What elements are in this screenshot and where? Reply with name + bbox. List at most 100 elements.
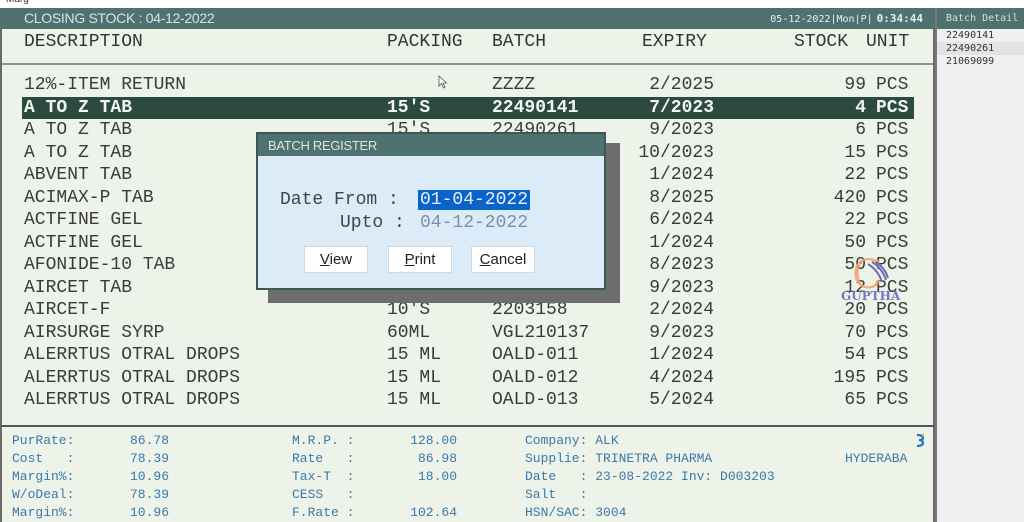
cancel-button[interactable]: Cancel — [471, 246, 535, 273]
table-row[interactable]: A TO Z TAB 15'S 22490141 7/2023 4 PCS — [22, 96, 914, 119]
item-description: AFONIDE-10 TAB — [24, 255, 176, 275]
item-description: ACTFINE GEL — [24, 232, 143, 253]
item-expiry: 1/2024 — [649, 165, 714, 185]
table-header: DESCRIPTION PACKING BATCH EXPIRY STOCK U… — [2, 29, 933, 65]
info-label: Margin%: — [12, 505, 75, 520]
batch-detail-item[interactable]: 22490261 — [937, 42, 1024, 55]
status-date: 05-12-2022|Mon|P| — [770, 14, 873, 25]
info-value: 128.00 — [410, 433, 457, 448]
item-stock: 15 — [844, 142, 866, 163]
table-row[interactable]: ALERRTUS OTRAL DROPS 15 ML OALD-011 1/2024 5… — [22, 344, 914, 367]
info-label: Margin%: — [12, 469, 75, 484]
item-expiry: 9/2023 — [649, 322, 714, 343]
column-header-batch[interactable]: BATCH — [492, 32, 546, 52]
item-packing: 10'S — [387, 300, 431, 320]
cancel-button-accel: C — [479, 251, 491, 268]
column-header-description[interactable]: DESCRIPTION — [24, 32, 143, 52]
date-from-label: Date From : — [280, 190, 399, 210]
table-row[interactable]: ALERRTUS OTRAL DROPS 15 ML OALD-013 5/2024 6… — [22, 389, 914, 412]
window-title: CLOSING STOCK : 04-12-2022 — [24, 10, 215, 26]
item-unit: PCS — [876, 165, 909, 185]
item-unit: PCS — [876, 75, 909, 95]
status-datetime: 05-12-2022|Mon|P| 0:34:44 — [770, 12, 923, 25]
table-row[interactable]: AIRSURGE SYRP 60ML VGL210137 9/2023 70 PCS — [22, 322, 914, 345]
column-header-stock[interactable]: STOCK — [794, 32, 848, 52]
upto-input[interactable]: 04-12-2022 — [420, 213, 528, 233]
item-stock: 22 — [844, 210, 866, 230]
info-label: Cost : — [12, 451, 75, 466]
table-row[interactable]: 12%-ITEM RETURN ZZZZ 2/2025 99 PCS — [22, 74, 914, 97]
batch-detail-item[interactable]: 22490141 — [937, 29, 1024, 42]
watermark-text: GUPTHA — [841, 289, 901, 303]
supplier-city: HYDERABA — [845, 451, 908, 466]
item-unit: PCS — [876, 97, 909, 118]
item-expiry: 7/2023 — [649, 97, 714, 118]
column-header-packing[interactable]: PACKING — [387, 32, 463, 52]
item-description: ALERRTUS OTRAL DROPS — [24, 367, 241, 388]
batch-detail-item[interactable]: 21069099 — [937, 55, 1024, 68]
print-button-label: rint — [414, 251, 436, 268]
item-unit: PCS — [876, 390, 909, 410]
item-stock: 420 — [833, 187, 866, 208]
item-expiry: 5/2024 — [649, 390, 714, 410]
item-unit: PCS — [876, 322, 909, 343]
info-label: M.R.P. : — [292, 433, 355, 448]
item-packing: 60ML — [387, 322, 431, 343]
item-batch: 2203158 — [492, 300, 568, 320]
item-expiry: 6/2024 — [649, 210, 714, 230]
item-stock: 6 — [855, 120, 866, 140]
mouse-cursor-icon — [438, 75, 448, 89]
upto-label: Upto : — [340, 213, 405, 233]
item-expiry: 8/2023 — [649, 255, 714, 275]
info-detail-line: Supplie: TRINETRA PHARMA — [525, 451, 713, 466]
item-description: AIRSURGE SYRP — [24, 322, 165, 343]
item-batch: VGL210137 — [492, 322, 590, 343]
item-unit: PCS — [876, 345, 909, 365]
item-expiry: 8/2025 — [649, 187, 714, 208]
item-stock: 99 — [844, 75, 866, 95]
date-from-input[interactable]: 01-04-2022 — [418, 190, 531, 210]
item-batch: ZZZZ — [492, 75, 536, 95]
batch-detail-list: 22490141 22490261 21069099 — [937, 29, 1024, 68]
table-row[interactable]: ALERRTUS OTRAL DROPS 15 ML OALD-012 4/2024 1… — [22, 367, 914, 390]
item-unit: PCS — [876, 367, 909, 388]
item-description: ACIMAX-P TAB — [24, 187, 154, 208]
dialog-title: BATCH REGISTER — [258, 134, 604, 156]
info-value: 78.39 — [130, 487, 170, 502]
batch-register-dialog: BATCH REGISTER Date From : 01-04-2022 Up… — [256, 132, 606, 290]
item-batch: OALD-011 — [492, 345, 579, 365]
view-button[interactable]: View — [304, 246, 368, 273]
item-stock: 22 — [844, 165, 866, 185]
info-detail-line: Company: ALK — [525, 433, 619, 448]
item-expiry: 2/2025 — [649, 75, 714, 95]
column-header-expiry[interactable]: EXPIRY — [642, 32, 707, 52]
item-description: ALERRTUS OTRAL DROPS — [24, 345, 241, 365]
item-stock: 4 — [855, 97, 866, 118]
info-detail-line: Date : 23-08-2022 Inv: D003203 — [525, 469, 775, 484]
item-packing: 15 ML — [387, 390, 442, 410]
print-button[interactable]: Print — [388, 246, 452, 273]
item-unit: PCS — [876, 187, 909, 208]
print-button-accel: P — [404, 251, 415, 268]
item-packing: 15 ML — [387, 345, 442, 365]
item-description: AIRCET-F — [24, 300, 111, 320]
item-stock: 195 — [833, 367, 866, 388]
item-stock: 54 — [844, 345, 866, 365]
item-expiry: 10/2023 — [638, 142, 714, 163]
info-label: CESS : — [292, 487, 355, 502]
marg-logo-icon — [916, 433, 925, 447]
item-packing: 15'S — [387, 97, 431, 118]
info-value: 18.00 — [417, 469, 457, 484]
item-description: ACTFINE GEL — [24, 210, 143, 230]
info-label: Rate : — [292, 451, 355, 466]
view-button-accel: V — [319, 251, 330, 268]
item-packing: 15 ML — [387, 367, 442, 388]
column-header-unit[interactable]: UNIT — [866, 32, 909, 52]
item-unit: PCS — [876, 120, 909, 140]
item-description: ALERRTUS OTRAL DROPS — [24, 390, 241, 410]
item-description: AIRCET TAB — [24, 277, 133, 298]
info-value: 10.96 — [130, 505, 170, 520]
item-expiry: 9/2023 — [649, 277, 714, 298]
item-unit: PCS — [876, 142, 909, 163]
info-label: F.Rate : — [292, 505, 355, 520]
